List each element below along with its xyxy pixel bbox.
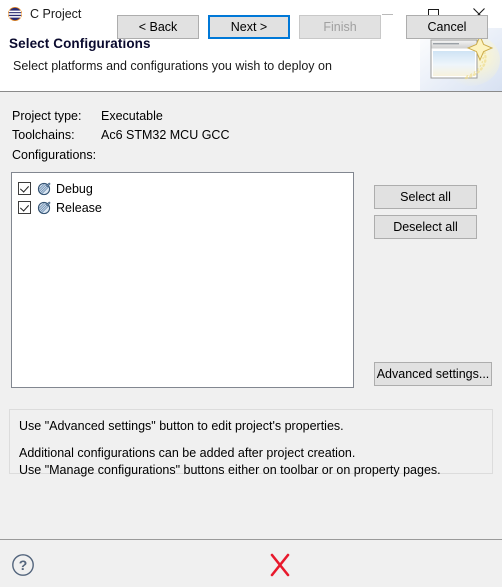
info-line-1: Use "Advanced settings" button to edit p… <box>19 419 344 433</box>
eclipse-sphere-icon <box>7 6 23 22</box>
configuration-label: Debug <box>56 181 93 196</box>
select-all-button[interactable]: Select all <box>374 185 477 209</box>
window-title: C Project <box>30 7 82 21</box>
build-configuration-icon <box>37 182 51 196</box>
list-item[interactable]: Release <box>12 198 353 217</box>
finish-button: Finish <box>299 15 381 39</box>
configuration-checkbox-debug[interactable] <box>18 182 31 195</box>
configurations-label: Configurations: <box>12 148 97 162</box>
build-configuration-icon <box>37 201 51 215</box>
cancel-button[interactable]: Cancel <box>406 15 488 39</box>
next-button[interactable]: Next > <box>208 15 290 39</box>
page-subtitle: Select platforms and configurations you … <box>13 59 332 73</box>
configuration-label: Release <box>56 200 102 215</box>
info-panel: Use "Advanced settings" button to edit p… <box>9 409 493 477</box>
configuration-checkbox-release[interactable] <box>18 201 31 214</box>
toolchains-value: Ac6 STM32 MCU GCC <box>101 128 230 142</box>
c-project-wizard-dialog: C Project Select Configurations Select p… <box>0 0 502 587</box>
advanced-settings-button[interactable]: Advanced settings... <box>374 362 492 386</box>
back-button[interactable]: < Back <box>117 15 199 39</box>
info-line-3: Use "Manage configurations" buttons eith… <box>19 463 441 477</box>
dialog-button-bar: ? <box>0 539 502 587</box>
configurations-list[interactable]: Debug Release <box>11 172 354 388</box>
help-icon[interactable]: ? <box>11 553 35 577</box>
deselect-all-button[interactable]: Deselect all <box>374 215 477 239</box>
svg-text:?: ? <box>19 557 28 573</box>
toolchains-label: Toolchains: <box>12 128 75 142</box>
list-item[interactable]: Debug <box>12 179 353 198</box>
project-type-value: Executable <box>101 109 163 123</box>
project-type-label: Project type: <box>12 109 82 123</box>
info-line-2: Additional configurations can be added a… <box>19 446 356 460</box>
